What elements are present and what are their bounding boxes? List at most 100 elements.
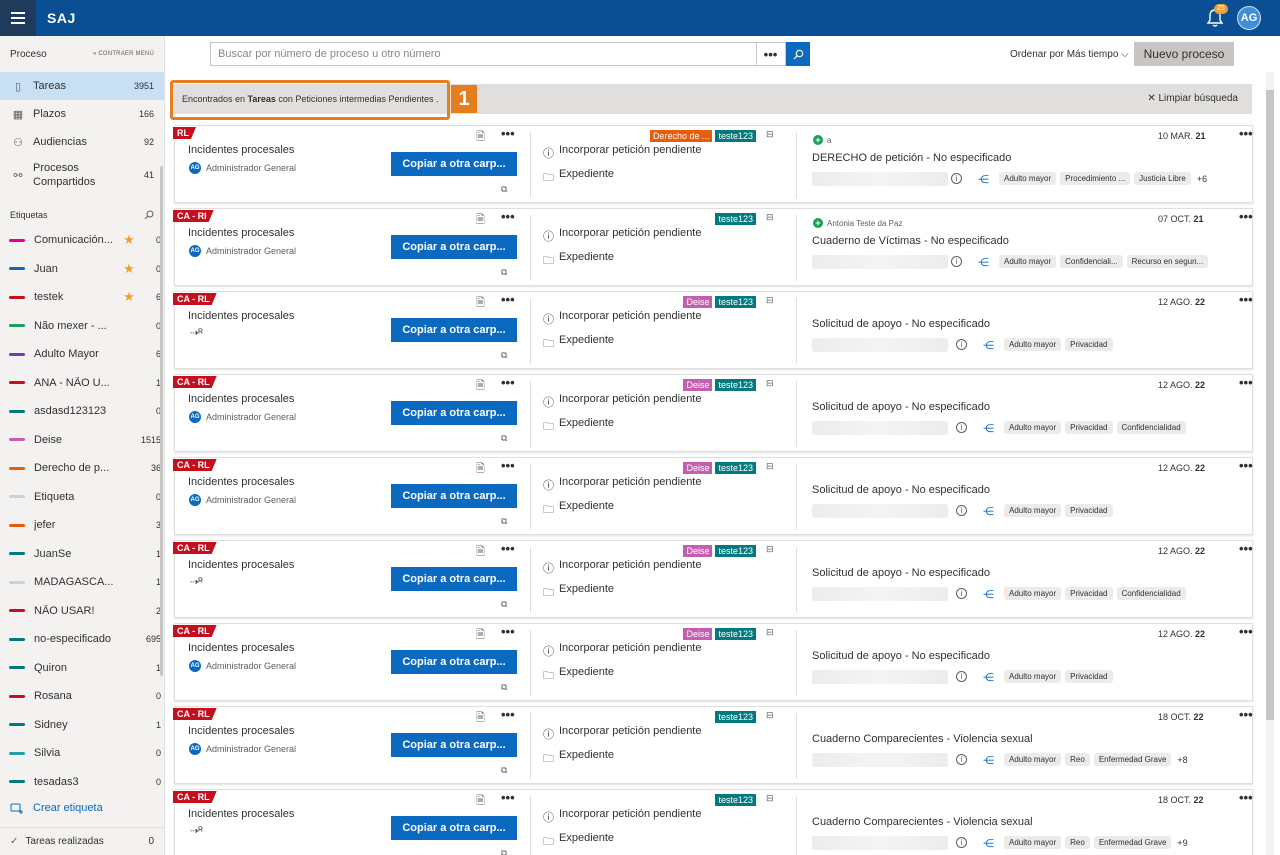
sidebar-scrollbar[interactable] bbox=[160, 166, 163, 676]
more-options-icon[interactable]: ••• bbox=[1239, 790, 1253, 805]
sidebar-item-tareas[interactable]: ▯ Tareas 3951 bbox=[0, 72, 164, 100]
tag-item[interactable]: jefer 3 bbox=[0, 511, 164, 540]
unassigned-person-icon[interactable]: ⇢ᴿ bbox=[190, 826, 203, 837]
more-options-icon[interactable]: ••• bbox=[1239, 292, 1253, 307]
folder-link[interactable]: 🗀 Expediente bbox=[543, 334, 614, 350]
info-icon[interactable]: i bbox=[956, 422, 967, 433]
more-options-icon[interactable]: ••• bbox=[1239, 624, 1253, 639]
copy-to-folder-button[interactable]: Copiar a otra carp... bbox=[391, 318, 517, 342]
folder-link[interactable]: 🗀 Expediente bbox=[543, 583, 614, 599]
more-options-icon[interactable]: ••• bbox=[501, 458, 515, 473]
create-tag-button[interactable]: Crear etiqueta bbox=[0, 796, 164, 820]
tag-item[interactable]: testek ★ 6 bbox=[0, 283, 164, 312]
pending-action[interactable]: ⓘ Incorporar petición pendiente bbox=[543, 476, 701, 492]
tag-item[interactable]: Juan ★ 0 bbox=[0, 255, 164, 284]
collapse-menu-button[interactable]: « CONTRAER MENÚ bbox=[93, 51, 154, 57]
copy-to-folder-button[interactable]: Copiar a otra carp... bbox=[391, 235, 517, 259]
share-icon[interactable]: ⋲ bbox=[983, 422, 994, 435]
more-chips-count[interactable]: +9 bbox=[1177, 838, 1187, 848]
more-chips-count[interactable]: +8 bbox=[1177, 755, 1187, 765]
tag-icon[interactable]: ⊟ bbox=[766, 129, 774, 140]
star-icon[interactable]: ★ bbox=[121, 261, 137, 277]
tag-icon[interactable]: ⊟ bbox=[766, 544, 774, 555]
task-card[interactable]: CA - RL Incidentes procesales AG Administra… bbox=[174, 457, 1253, 535]
process-title[interactable]: Solicitud de apoyo - No especificado bbox=[812, 484, 990, 496]
tag-item[interactable]: Derecho de p... 36 bbox=[0, 454, 164, 483]
search-options-button[interactable]: ••• bbox=[756, 43, 784, 65]
unassigned-person-icon[interactable]: ⇢ᴿ bbox=[190, 577, 203, 588]
folder-link[interactable]: 🗀 Expediente bbox=[543, 500, 614, 516]
share-icon[interactable]: ⋲ bbox=[978, 173, 989, 186]
process-title[interactable]: Cuaderno Comparecientes - Violencia sexu… bbox=[812, 733, 1033, 745]
document-icon[interactable]: 🗎 bbox=[476, 294, 485, 313]
search-button[interactable] bbox=[786, 42, 810, 66]
task-card[interactable]: CA - RL Incidentes procesales AG Administra… bbox=[174, 706, 1253, 784]
copy-to-folder-button[interactable]: Copiar a otra carp... bbox=[391, 484, 517, 508]
copy-to-folder-button[interactable]: Copiar a otra carp... bbox=[391, 152, 517, 176]
move-icon[interactable]: ⧉ bbox=[501, 682, 507, 693]
tag-item[interactable]: Quiron 1 bbox=[0, 654, 164, 683]
tag-item[interactable]: Adulto Mayor 6 bbox=[0, 340, 164, 369]
share-icon[interactable]: ⋲ bbox=[983, 671, 994, 684]
sidebar-item-plazos[interactable]: ▦ Plazos 166 bbox=[0, 100, 164, 128]
tag-item[interactable]: tesadas3 0 bbox=[0, 768, 164, 797]
pending-action[interactable]: ⓘ Incorporar petición pendiente bbox=[543, 642, 701, 658]
task-card[interactable]: CA - RL Incidentes procesales AG Administra… bbox=[174, 374, 1253, 452]
tag-item[interactable]: ANA - NÃO U... 1 bbox=[0, 369, 164, 398]
document-icon[interactable]: 🗎 bbox=[476, 211, 485, 230]
move-icon[interactable]: ⧉ bbox=[501, 184, 507, 195]
process-title[interactable]: Solicitud de apoyo - No especificado bbox=[812, 567, 990, 579]
task-card[interactable]: RL Incidentes procesales AG Administrador G… bbox=[174, 125, 1253, 203]
folder-link[interactable]: 🗀 Expediente bbox=[543, 666, 614, 682]
pending-action[interactable]: ⓘ Incorporar petición pendiente bbox=[543, 808, 701, 824]
user-avatar[interactable]: AG bbox=[1237, 6, 1261, 30]
copy-to-folder-button[interactable]: Copiar a otra carp... bbox=[391, 733, 517, 757]
tag-item[interactable]: Silvia 0 bbox=[0, 739, 164, 768]
process-title[interactable]: Cuaderno Comparecientes - Violencia sexu… bbox=[812, 816, 1033, 828]
tag-item[interactable]: JuanSe 1 bbox=[0, 540, 164, 569]
more-options-icon[interactable]: ••• bbox=[1239, 458, 1253, 473]
move-icon[interactable]: ⧉ bbox=[501, 433, 507, 444]
folder-link[interactable]: 🗀 Expediente bbox=[543, 749, 614, 765]
more-options-icon[interactable]: ••• bbox=[501, 292, 515, 307]
copy-to-folder-button[interactable]: Copiar a otra carp... bbox=[391, 650, 517, 674]
tag-icon[interactable]: ⊟ bbox=[766, 378, 774, 389]
tag-item[interactable]: MADAGASCA... 1 bbox=[0, 568, 164, 597]
copy-to-folder-button[interactable]: Copiar a otra carp... bbox=[391, 567, 517, 591]
info-icon[interactable]: i bbox=[956, 505, 967, 516]
folder-link[interactable]: 🗀 Expediente bbox=[543, 168, 614, 184]
more-options-icon[interactable]: ••• bbox=[1239, 707, 1253, 722]
search-input[interactable] bbox=[211, 48, 756, 60]
more-options-icon[interactable]: ••• bbox=[501, 375, 515, 390]
share-icon[interactable]: ⋲ bbox=[978, 256, 989, 269]
process-title[interactable]: Cuaderno de Víctimas - No especificado bbox=[812, 235, 1009, 247]
more-options-icon[interactable]: ••• bbox=[1239, 541, 1253, 556]
share-icon[interactable]: ⋲ bbox=[983, 339, 994, 352]
main-scrollbar[interactable] bbox=[1266, 90, 1274, 720]
share-icon[interactable]: ⋲ bbox=[983, 588, 994, 601]
move-icon[interactable]: ⧉ bbox=[501, 516, 507, 527]
tag-icon[interactable]: ⊟ bbox=[766, 295, 774, 306]
more-options-icon[interactable]: ••• bbox=[1239, 375, 1253, 390]
document-icon[interactable]: 🗎 bbox=[476, 709, 485, 728]
more-options-icon[interactable]: ••• bbox=[501, 209, 515, 224]
task-card[interactable]: CA - RL Incidentes procesales ⇢ᴿ 🗎 ••• Copiar… bbox=[174, 789, 1253, 855]
tag-item[interactable]: Rosana 0 bbox=[0, 682, 164, 711]
process-title[interactable]: DERECHO de petición - No especificado bbox=[812, 152, 1011, 164]
tag-item[interactable]: asdasd123123 0 bbox=[0, 397, 164, 426]
document-icon[interactable]: 🗎 bbox=[476, 128, 485, 147]
more-options-icon[interactable]: ••• bbox=[1239, 126, 1253, 141]
more-options-icon[interactable]: ••• bbox=[501, 790, 515, 805]
sort-dropdown[interactable]: Ordenar por Más tiempo ⌵ bbox=[1010, 49, 1129, 60]
info-icon[interactable]: i bbox=[956, 837, 967, 848]
share-icon[interactable]: ⋲ bbox=[983, 754, 994, 767]
star-icon[interactable]: ★ bbox=[121, 289, 137, 305]
tag-icon[interactable]: ⊟ bbox=[766, 461, 774, 472]
star-icon[interactable]: ★ bbox=[121, 232, 137, 248]
new-process-button[interactable]: Nuevo proceso bbox=[1134, 42, 1234, 66]
tag-icon[interactable]: ⊟ bbox=[766, 793, 774, 804]
info-icon[interactable]: i bbox=[951, 173, 962, 184]
unassigned-person-icon[interactable]: ⇢ᴿ bbox=[190, 328, 203, 339]
info-icon[interactable]: i bbox=[956, 754, 967, 765]
info-icon[interactable]: i bbox=[956, 588, 967, 599]
